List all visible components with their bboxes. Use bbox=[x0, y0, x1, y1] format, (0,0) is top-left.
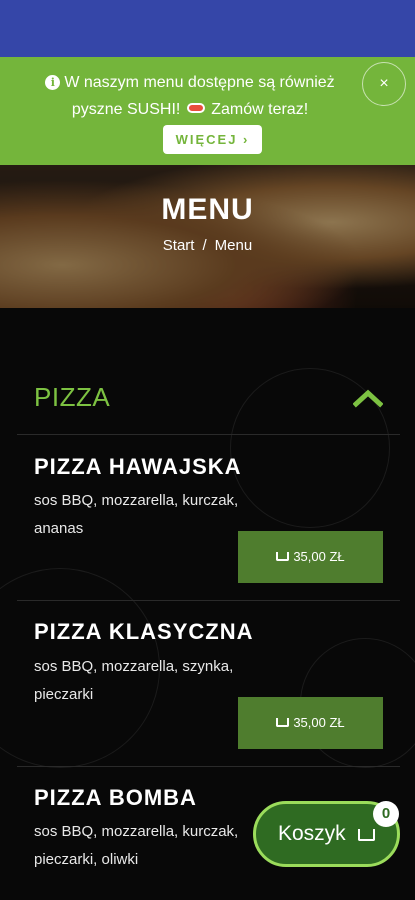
page-title: MENU bbox=[161, 193, 254, 226]
cart-icon bbox=[276, 718, 290, 727]
item-description: sos BBQ, mozzarella, kurczak, ananas bbox=[34, 492, 239, 537]
close-icon[interactable]: × bbox=[362, 62, 406, 106]
promo-text-part2: Zamów teraz! bbox=[211, 101, 309, 118]
more-button[interactable]: WIĘCEJ › bbox=[163, 125, 262, 154]
page-hero: MENU Start / Menu bbox=[0, 165, 415, 308]
cart-icon bbox=[276, 552, 290, 561]
promo-banner: iW naszym menu dostępne są również pyszn… bbox=[0, 57, 415, 165]
add-to-cart-button[interactable]: 35,00 ZŁ bbox=[238, 531, 383, 583]
divider bbox=[17, 766, 400, 767]
cart-icon bbox=[357, 829, 375, 841]
divider bbox=[17, 434, 400, 435]
info-icon: i bbox=[45, 75, 61, 90]
breadcrumb-separator: / bbox=[202, 237, 207, 254]
chevron-up-icon[interactable] bbox=[353, 388, 383, 408]
promo-text: iW naszym menu dostępne są również pyszn… bbox=[30, 69, 350, 123]
item-name: PIZZA BOMBA bbox=[34, 785, 197, 810]
item-name: PIZZA HAWAJSKA bbox=[34, 454, 242, 479]
cart-label: Koszyk bbox=[278, 822, 346, 845]
item-description: sos BBQ, mozzarella, szynka, pieczarki bbox=[34, 658, 234, 703]
sushi-icon bbox=[186, 103, 205, 113]
status-bar bbox=[0, 0, 415, 57]
add-to-cart-button[interactable]: 35,00 ZŁ bbox=[238, 697, 383, 749]
item-price: 35,00 ZŁ bbox=[293, 549, 345, 564]
item-price: 35,00 ZŁ bbox=[293, 715, 345, 730]
breadcrumb-current: Menu bbox=[214, 237, 253, 254]
item-description: sos BBQ, mozzarella, kurczak, pieczarki,… bbox=[34, 823, 239, 868]
divider bbox=[17, 600, 400, 601]
item-name: PIZZA KLASYCZNA bbox=[34, 619, 254, 644]
breadcrumb-start[interactable]: Start bbox=[163, 237, 195, 254]
breadcrumb: Start / Menu bbox=[0, 237, 415, 254]
cart-count-badge: 0 bbox=[373, 801, 399, 827]
category-title[interactable]: PIZZA bbox=[34, 382, 110, 413]
